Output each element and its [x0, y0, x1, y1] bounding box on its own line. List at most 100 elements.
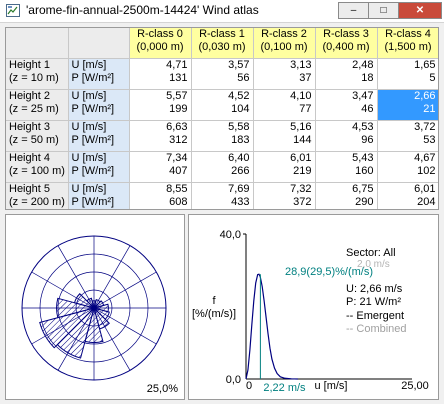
value-cell-line: 433 [231, 196, 250, 208]
wind-atlas-app-icon [6, 4, 20, 17]
value-cell-line: 6,63 [166, 121, 188, 133]
close-button[interactable]: ✕ [398, 2, 442, 19]
y-axis-label-unit: [%/(m/s)] [192, 308, 236, 320]
value-cell[interactable]: 6,01 204 [377, 182, 438, 209]
value-cell-line: 7,32 [290, 183, 312, 195]
height-header-line: (z = 25 m) [9, 103, 59, 115]
height-header[interactable]: Height 5 (z = 200 m) [6, 182, 69, 209]
unit-labels-line: U [m/s] [71, 183, 107, 195]
wind-rose: 25,0% [21, 235, 178, 395]
value-cell[interactable]: 3,72 53 [377, 120, 438, 152]
corner-cell [68, 28, 130, 59]
value-cell-line: 312 [169, 134, 188, 146]
rclass-roughness: (0,000 m) [136, 41, 184, 53]
value-cell-line: 3,13 [290, 59, 312, 71]
value-cell[interactable]: 4,53 96 [315, 120, 378, 152]
unit-labels: U [m/s] P [W/m²] [68, 182, 130, 209]
unit-labels: U [m/s] P [W/m²] [68, 120, 130, 152]
value-cell[interactable]: 7,34 407 [129, 151, 192, 183]
value-cell[interactable]: 5,16 144 [253, 120, 316, 152]
value-cell[interactable]: 5,43 160 [315, 151, 378, 183]
unit-labels-line: U [m/s] [71, 90, 107, 102]
value-cell[interactable]: 3,13 37 [253, 58, 316, 90]
value-cell-line: 407 [169, 165, 188, 177]
value-cell[interactable]: 7,69 433 [191, 182, 254, 209]
value-cell-line: 46 [361, 103, 374, 115]
value-cell[interactable]: 4,10 77 [253, 89, 316, 121]
value-cell[interactable]: 4,71 131 [129, 58, 192, 90]
value-cell-line: 219 [293, 165, 312, 177]
value-cell-line: 183 [231, 134, 250, 146]
legend-combined: -- Combined [346, 323, 407, 335]
mean-wind-label: 2,22 m/s [263, 382, 306, 394]
value-cell-line: 37 [299, 72, 312, 84]
title-bar[interactable]: 'arome-fin-annual-2500m-14424' Wind atla… [0, 0, 444, 23]
rose-spoke [93, 271, 157, 309]
value-cell[interactable]: 3,57 56 [191, 58, 254, 90]
value-cell-line: 144 [293, 134, 312, 146]
height-header[interactable]: Height 2 (z = 25 m) [6, 89, 69, 121]
value-cell[interactable]: 4,67 102 [377, 151, 438, 183]
legend-sector: Sector: All [346, 247, 396, 259]
rclass-header-0[interactable]: R-class 0 (0,000 m) [129, 28, 192, 59]
rclass-header-1[interactable]: R-class 1 (0,030 m) [191, 28, 254, 59]
unit-labels-line: P [W/m²] [71, 103, 115, 115]
value-cell[interactable]: 7,32 372 [253, 182, 316, 209]
value-cell-line: 204 [417, 196, 436, 208]
value-cell-line: 290 [355, 196, 374, 208]
value-cell-line: 96 [361, 134, 374, 146]
rclass-roughness: (0,400 m) [322, 41, 370, 53]
value-cell[interactable]: 4,52 104 [191, 89, 254, 121]
value-cell[interactable]: 6,63 312 [129, 120, 192, 152]
value-cell-line: 1,65 [414, 59, 436, 71]
value-cell-line: 2,48 [352, 59, 374, 71]
maximize-button[interactable]: □ [368, 2, 398, 19]
height-header[interactable]: Height 3 (z = 50 m) [6, 120, 69, 152]
value-cell[interactable]: 2,66 21 [377, 89, 438, 121]
value-cell[interactable]: 5,57 199 [129, 89, 192, 121]
rose-scale-label: 25,0% [147, 383, 178, 395]
value-cell-line: 5,16 [290, 121, 312, 133]
legend-faded-line: 2,0 m/s [357, 259, 390, 270]
legend-emergent: -- Emergent [346, 310, 404, 322]
header-row: R-class 0 (0,000 m) R-class 1 (0,030 m) R-cl… [6, 28, 438, 59]
height-header[interactable]: Height 1 (z = 10 m) [6, 58, 69, 90]
value-cell-line: 2,66 [414, 90, 436, 102]
rclass-header-4[interactable]: R-class 4 (1,500 m) [377, 28, 438, 59]
wind-atlas-window: 'arome-fin-annual-2500m-14424' Wind atla… [0, 0, 444, 404]
value-cell-line: 104 [231, 103, 250, 115]
table-row: Height 3 (z = 50 m) U [m/s] P [W/m²] 6,63 312… [6, 120, 438, 152]
value-cell-line: 56 [237, 72, 250, 84]
rclass-label: R-class 4 [385, 28, 431, 40]
distribution-chart-panel[interactable]: 40,0 0,0 f [%/(m/s)] 0 25,00 u [m/s] 2,22 m/s 28… [188, 214, 439, 400]
value-cell[interactable]: 8,55 608 [129, 182, 192, 209]
value-cell[interactable]: 5,58 183 [191, 120, 254, 152]
rclass-label: R-class 3 [323, 28, 369, 40]
rclass-header-2[interactable]: R-class 2 (0,100 m) [253, 28, 316, 59]
unit-labels-line: P [W/m²] [71, 196, 115, 208]
value-cell-line: 7,34 [166, 152, 188, 164]
wind-rose-panel[interactable]: 25,0% [5, 214, 185, 400]
value-cell-line: 5 [429, 72, 436, 84]
value-cell-line: 6,01 [290, 152, 312, 164]
value-cell[interactable]: 6,75 290 [315, 182, 378, 209]
value-cell-line: 266 [231, 165, 250, 177]
value-cell[interactable]: 3,47 46 [315, 89, 378, 121]
value-cell-line: 6,75 [352, 183, 374, 195]
table-row: Height 2 (z = 25 m) U [m/s] P [W/m²] 5,57 199… [6, 89, 438, 121]
value-cell[interactable]: 1,65 5 [377, 58, 438, 90]
unit-labels-line: P [W/m²] [71, 72, 115, 84]
legend-p: P: 21 W/m² [346, 296, 401, 308]
unit-labels: U [m/s] P [W/m²] [68, 89, 130, 121]
minimize-button[interactable]: – [338, 2, 368, 19]
unit-labels-line: U [m/s] [71, 121, 107, 133]
value-cell[interactable]: 6,40 266 [191, 151, 254, 183]
y-tick-label-bottom: 0,0 [226, 374, 241, 386]
value-cell-line: 5,43 [352, 152, 374, 164]
height-header[interactable]: Height 4 (z = 100 m) [6, 151, 69, 183]
value-cell[interactable]: 2,48 18 [315, 58, 378, 90]
unit-labels-line: P [W/m²] [71, 165, 115, 177]
value-cell[interactable]: 6,01 219 [253, 151, 316, 183]
rclass-header-3[interactable]: R-class 3 (0,400 m) [315, 28, 378, 59]
value-cell-line: 21 [423, 103, 436, 115]
